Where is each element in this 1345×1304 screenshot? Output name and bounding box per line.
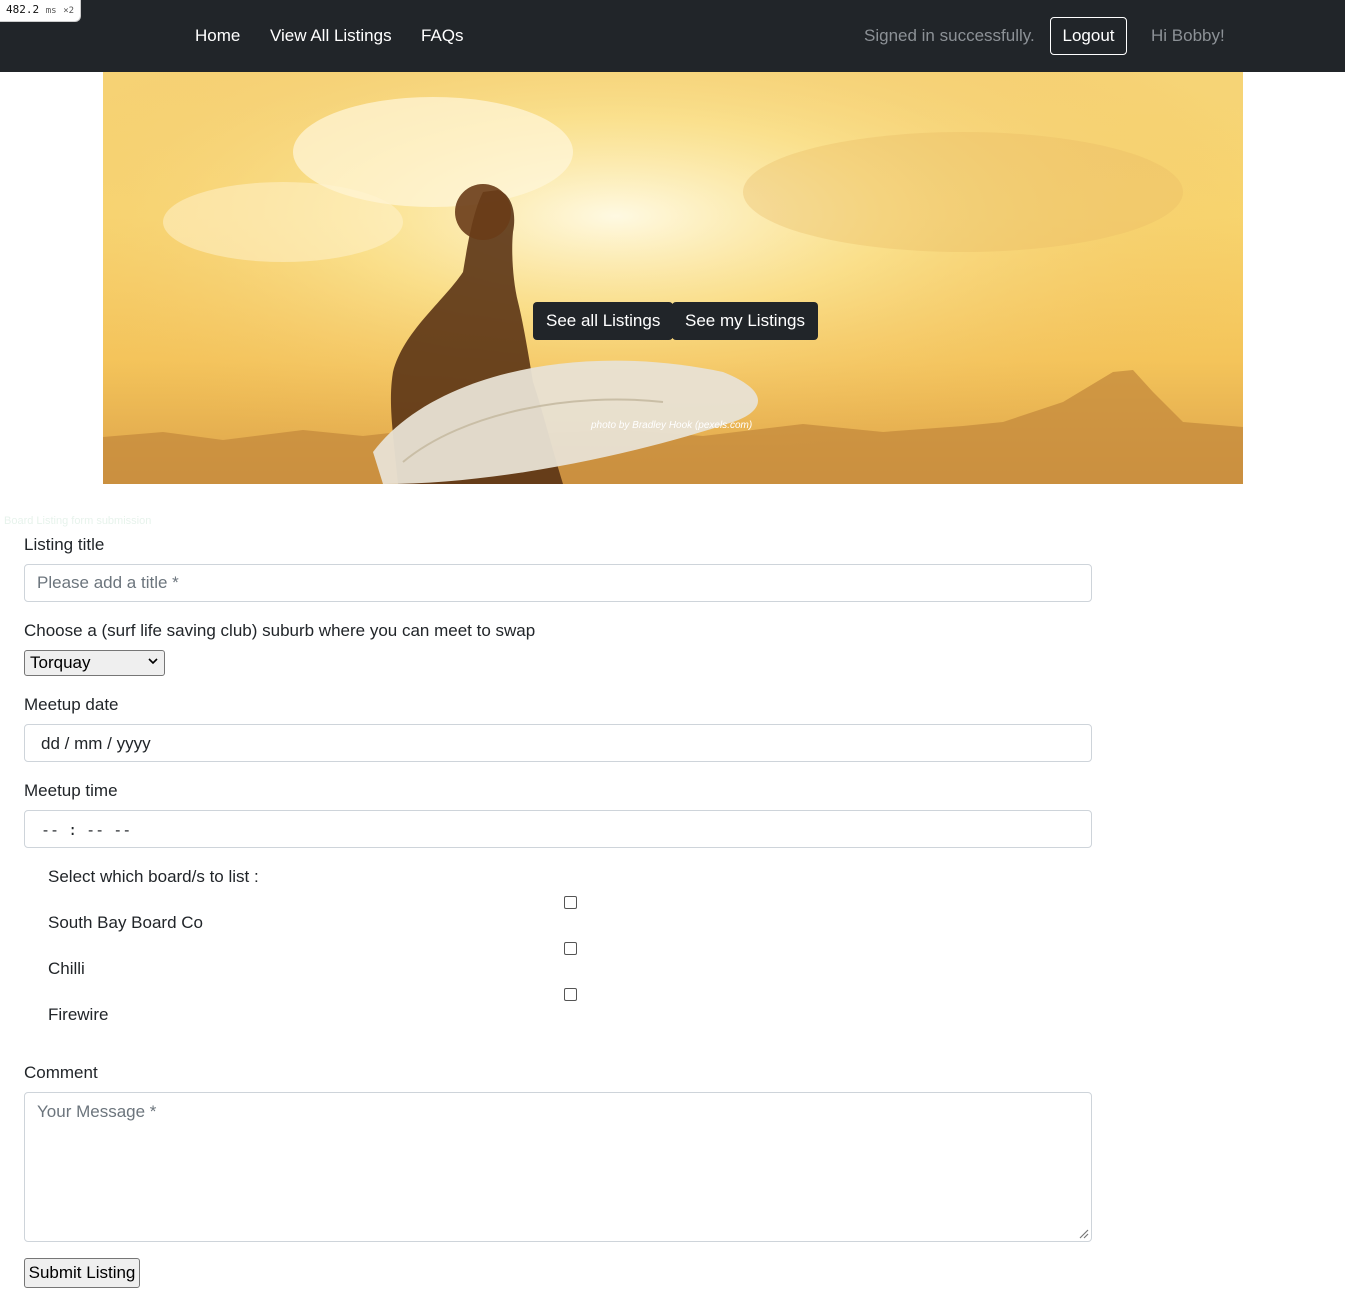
boards-label: Select which board/s to list : — [48, 867, 259, 886]
suburb-select[interactable]: Torquay — [24, 650, 165, 676]
nav-faqs-link[interactable]: FAQs — [421, 25, 464, 47]
meetup-date-input[interactable]: dd / mm / yyyy — [24, 724, 1092, 762]
board-label-south-bay: South Bay Board Co — [48, 913, 203, 932]
user-greeting: Hi Bobby! — [1151, 26, 1225, 45]
meetup-date-value: dd / mm / yyyy — [41, 734, 151, 753]
hero-banner: See all Listings See my Listings photo b… — [103, 72, 1243, 484]
suburb-label: Choose a (surf life saving club) suburb … — [24, 621, 536, 640]
comment-label: Comment — [24, 1063, 98, 1082]
perf-badge: 482.2 ms ×2 — [0, 0, 82, 22]
meetup-date-label: Meetup date — [24, 695, 119, 714]
board-label-firewire: Firewire — [48, 1005, 109, 1024]
meetup-time-label: Meetup time — [24, 781, 118, 800]
comment-placeholder: Your Message * — [37, 1102, 157, 1121]
perf-value: 482.2 — [6, 3, 40, 16]
listing-title-input[interactable] — [24, 564, 1092, 602]
board-checkbox-firewire[interactable] — [564, 988, 577, 1001]
logout-button[interactable]: Logout — [1050, 17, 1127, 55]
see-all-listings-button[interactable]: See all Listings — [533, 302, 674, 340]
comment-textarea[interactable]: Your Message * — [24, 1092, 1092, 1242]
nav-view-all-listings-link[interactable]: View All Listings — [270, 25, 392, 47]
photo-credit: photo by Bradley Hook (pexels.com) — [591, 420, 753, 431]
resize-grip-icon[interactable] — [1077, 1227, 1089, 1239]
board-label-chilli: Chilli — [48, 959, 85, 978]
navbar: Home View All Listings FAQs Signed in su… — [0, 0, 1345, 72]
meetup-time-input[interactable]: -- : -- -- — [24, 810, 1092, 848]
sign-in-status: Signed in successfully. — [864, 26, 1035, 45]
board-checkbox-south-bay[interactable] — [564, 896, 577, 909]
submit-listing-button[interactable]: Submit Listing — [24, 1258, 140, 1288]
suburb-selected-value: Torquay — [30, 653, 91, 672]
meetup-time-value: -- : -- -- — [41, 821, 132, 839]
nav-home-link[interactable]: Home — [195, 25, 240, 47]
listing-title-label: Listing title — [24, 535, 105, 554]
see-my-listings-button[interactable]: See my Listings — [672, 302, 818, 340]
faint-heading: Board Listing form submission — [4, 515, 152, 527]
chevron-down-icon — [148, 658, 158, 665]
perf-unit: ms — [45, 6, 57, 16]
perf-multiplier: ×2 — [63, 6, 75, 16]
board-checkbox-chilli[interactable] — [564, 942, 577, 955]
